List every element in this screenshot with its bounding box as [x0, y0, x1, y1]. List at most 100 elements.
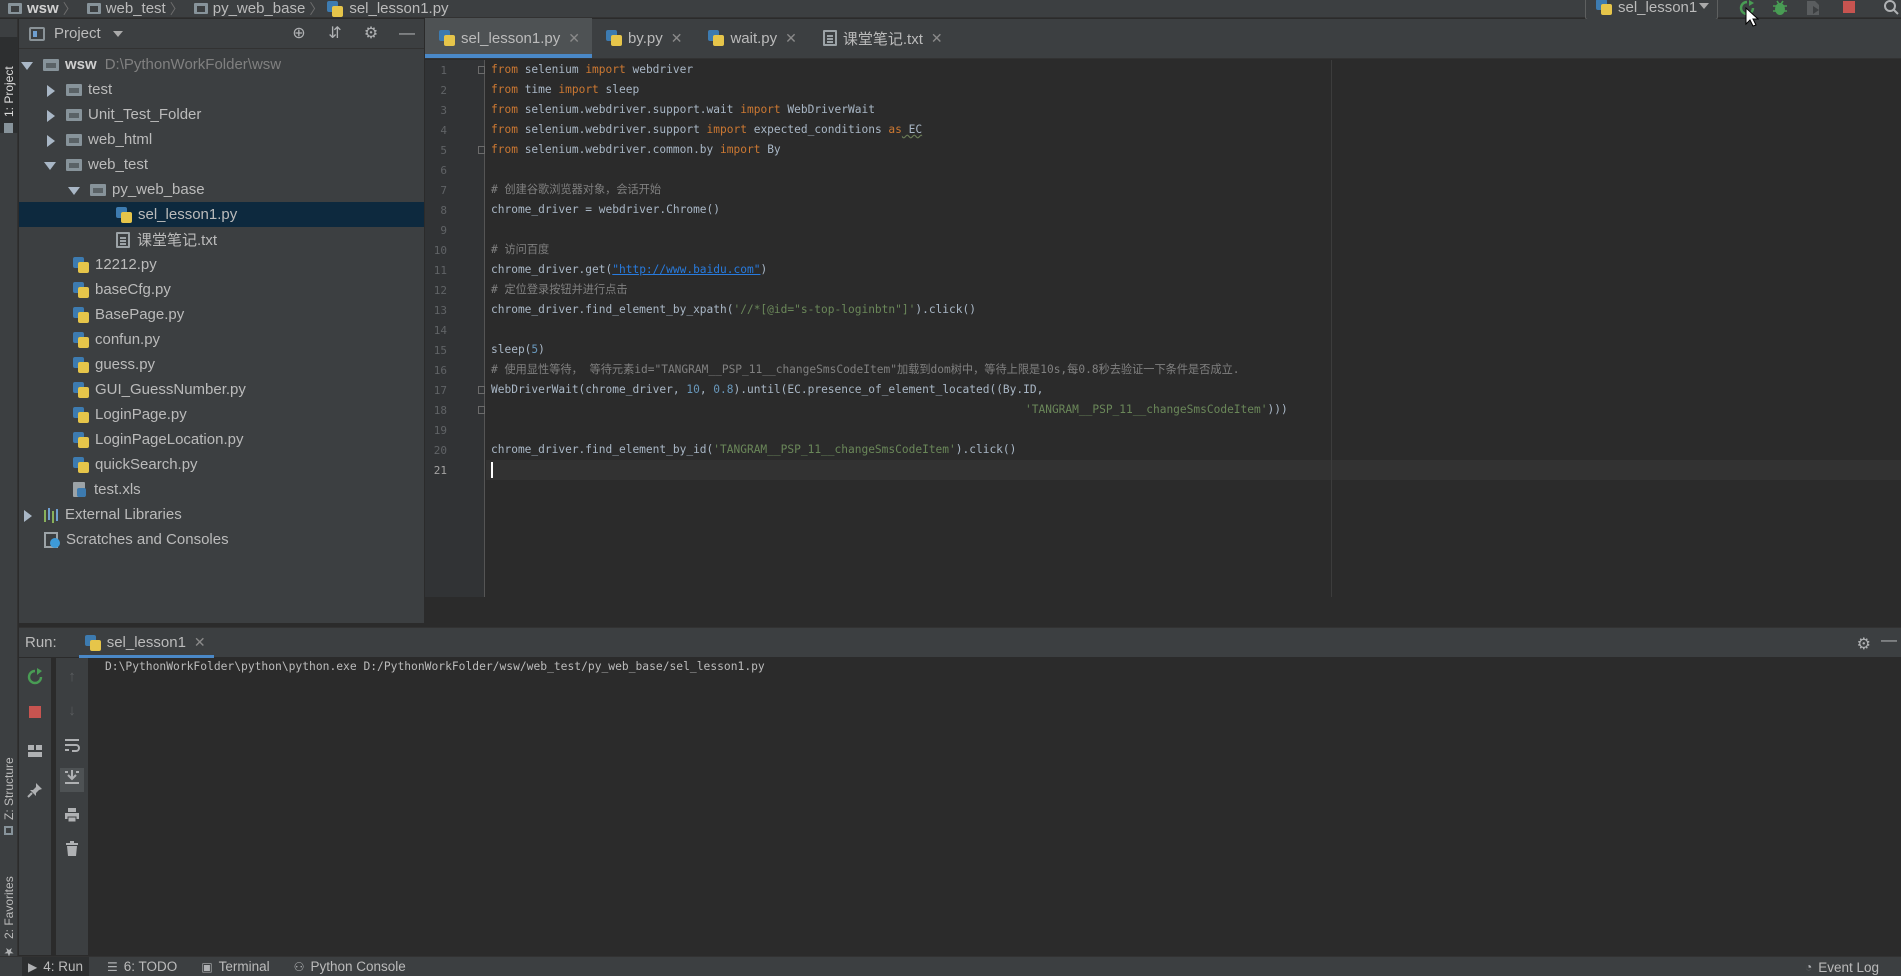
- tree-item-test[interactable]: test: [19, 77, 424, 102]
- tool-tab-python-console[interactable]: ⚇ Python Console: [288, 957, 412, 976]
- close-icon[interactable]: ✕: [931, 30, 943, 47]
- tree-item-loginpagelocation[interactable]: LoginPageLocation.py: [19, 427, 424, 452]
- tool-tab-run[interactable]: ▶ 4: Run: [22, 956, 90, 976]
- rerun-icon[interactable]: [26, 668, 44, 686]
- tree-item-basecfg[interactable]: baseCfg.py: [19, 277, 424, 302]
- locate-icon[interactable]: ⊕: [290, 25, 308, 43]
- breadcrumb-item-py-web-base[interactable]: py_web_base: [188, 0, 305, 17]
- run-configuration-selector[interactable]: sel_lesson1: [1585, 0, 1718, 20]
- arrow-down-icon[interactable]: ↓: [63, 702, 81, 720]
- line-number: 21: [433, 464, 447, 477]
- layout-icon[interactable]: [26, 742, 44, 760]
- project-panel-header: Project ⊕ ⇵ ⚙ —: [19, 19, 424, 49]
- chevron-down-icon[interactable]: [112, 30, 123, 37]
- tab-label: 课堂笔记.txt: [842, 30, 923, 48]
- text-file-icon: [116, 231, 130, 248]
- tree-item-loginpage[interactable]: LoginPage.py: [19, 402, 424, 427]
- expand-arrow-icon[interactable]: [21, 59, 33, 71]
- tree-item-quicksearch[interactable]: quickSearch.py: [19, 452, 424, 477]
- gear-icon[interactable]: ⚙: [362, 25, 380, 43]
- print-icon[interactable]: [63, 806, 81, 824]
- breadcrumb-item-file[interactable]: sel_lesson1.py: [327, 0, 449, 17]
- coverage-icon[interactable]: [1804, 0, 1822, 16]
- structure-tool-tab[interactable]: Z: Structure: [0, 721, 18, 835]
- tree-item-web-html[interactable]: web_html: [19, 127, 424, 152]
- stop-icon[interactable]: [26, 703, 44, 721]
- soft-wrap-icon[interactable]: [63, 736, 81, 754]
- close-icon[interactable]: ✕: [194, 634, 206, 651]
- gear-icon[interactable]: ⚙: [1857, 634, 1871, 654]
- tree-item-root[interactable]: wsw D:\PythonWorkFolder\wsw: [19, 52, 424, 77]
- tree-item-label: test: [88, 81, 113, 98]
- tree-item-notes-txt[interactable]: 课堂笔记.txt: [19, 227, 424, 252]
- minimize-icon[interactable]: —: [1881, 632, 1897, 650]
- close-icon[interactable]: ✕: [671, 30, 683, 47]
- python-file-icon: [73, 406, 89, 423]
- tree-item-confun[interactable]: confun.py: [19, 327, 424, 352]
- trash-icon[interactable]: [63, 840, 81, 858]
- stop-icon[interactable]: [1840, 0, 1858, 16]
- tree-item-path: D:\PythonWorkFolder\wsw: [104, 56, 282, 73]
- expand-arrow-icon[interactable]: [21, 509, 33, 522]
- breadcrumb-item-web-test[interactable]: web_test: [81, 0, 166, 17]
- folder-icon: [86, 3, 101, 14]
- tool-tab-event-log[interactable]: ◔ Event Log: [1799, 957, 1885, 976]
- python-file-icon: [73, 331, 89, 348]
- tree-item-py-web-base[interactable]: py_web_base: [19, 177, 424, 202]
- line-number: 4: [440, 124, 447, 137]
- breadcrumb-item-wsw[interactable]: wsw: [2, 0, 59, 17]
- tree-item-test-xls[interactable]: test.xls: [19, 477, 424, 502]
- debug-icon[interactable]: [1771, 0, 1789, 16]
- tool-tab-terminal[interactable]: ▣ Terminal: [195, 957, 275, 976]
- folder-icon: [43, 58, 59, 71]
- scroll-to-end-icon[interactable]: [60, 768, 84, 792]
- code-editor[interactable]: 1 2 3 4 5 6 7 8 9 10 11 12 13 14 15 16 1…: [425, 60, 1901, 597]
- tab-by[interactable]: by.py ✕: [592, 18, 694, 58]
- run-tab-sel-lesson1[interactable]: sel_lesson1 ✕: [78, 628, 214, 658]
- fold-marker-icon[interactable]: [478, 146, 485, 154]
- fold-marker-icon[interactable]: [478, 406, 485, 414]
- tree-item-label: LoginPageLocation.py: [95, 431, 244, 448]
- pin-icon[interactable]: [26, 781, 44, 799]
- search-icon[interactable]: [1882, 0, 1900, 16]
- project-panel: Project ⊕ ⇵ ⚙ — wsw D:\PythonWorkFolder\…: [19, 19, 424, 623]
- tab-sel-lesson1[interactable]: sel_lesson1.py ✕: [425, 18, 592, 58]
- expand-arrow-icon[interactable]: [68, 184, 80, 196]
- favorites-tool-tab[interactable]: ★ 2: Favorites: [0, 849, 18, 959]
- tree-item-web-test[interactable]: web_test: [19, 152, 424, 177]
- tree-item-unit-test-folder[interactable]: Unit_Test_Folder: [19, 102, 424, 127]
- tab-wait[interactable]: wait.py ✕: [694, 18, 808, 58]
- tree-item-gui-guessnumber[interactable]: GUI_GuessNumber.py: [19, 377, 424, 402]
- expand-arrow-icon[interactable]: [44, 159, 56, 171]
- close-icon[interactable]: ✕: [568, 30, 580, 47]
- chevron-down-icon: [1699, 3, 1709, 9]
- play-icon: ▶: [28, 959, 38, 974]
- expand-arrow-icon[interactable]: [44, 109, 56, 122]
- expand-arrow-icon[interactable]: [44, 134, 56, 147]
- fold-marker-icon[interactable]: [478, 386, 485, 394]
- fold-marker-icon[interactable]: [478, 66, 485, 74]
- python-file-icon: [73, 281, 89, 298]
- close-icon[interactable]: ✕: [785, 30, 797, 47]
- tree-item-12212[interactable]: 12212.py: [19, 252, 424, 277]
- run-console-output[interactable]: D:\PythonWorkFolder\python\python.exe D:…: [88, 658, 1901, 955]
- line-number: 20: [433, 444, 447, 457]
- line-number: 18: [433, 404, 447, 417]
- tree-item-external-libraries[interactable]: External Libraries: [19, 502, 424, 527]
- tab-notes-txt[interactable]: 课堂笔记.txt ✕: [809, 18, 955, 58]
- breadcrumb-separator: 〉: [169, 0, 184, 17]
- tree-item-basepage[interactable]: BasePage.py: [19, 302, 424, 327]
- project-panel-title[interactable]: Project: [54, 25, 101, 42]
- tool-tab-todo[interactable]: ☰ 6: TODO: [101, 957, 183, 976]
- project-tool-tab[interactable]: 1: Project: [0, 37, 18, 133]
- minimize-icon[interactable]: —: [398, 25, 416, 43]
- line-number: 6: [440, 164, 447, 177]
- expand-arrow-icon[interactable]: [44, 84, 56, 97]
- arrow-up-icon[interactable]: ↑: [63, 668, 81, 686]
- collapse-all-icon[interactable]: ⇵: [326, 25, 344, 43]
- tree-item-guess[interactable]: guess.py: [19, 352, 424, 377]
- tree-item-scratches[interactable]: Scratches and Consoles: [19, 527, 424, 552]
- tree-item-sel-lesson1[interactable]: sel_lesson1.py: [19, 202, 424, 227]
- console-output-line: D:\PythonWorkFolder\python\python.exe D:…: [105, 660, 765, 673]
- tool-tab-label: Event Log: [1818, 959, 1879, 975]
